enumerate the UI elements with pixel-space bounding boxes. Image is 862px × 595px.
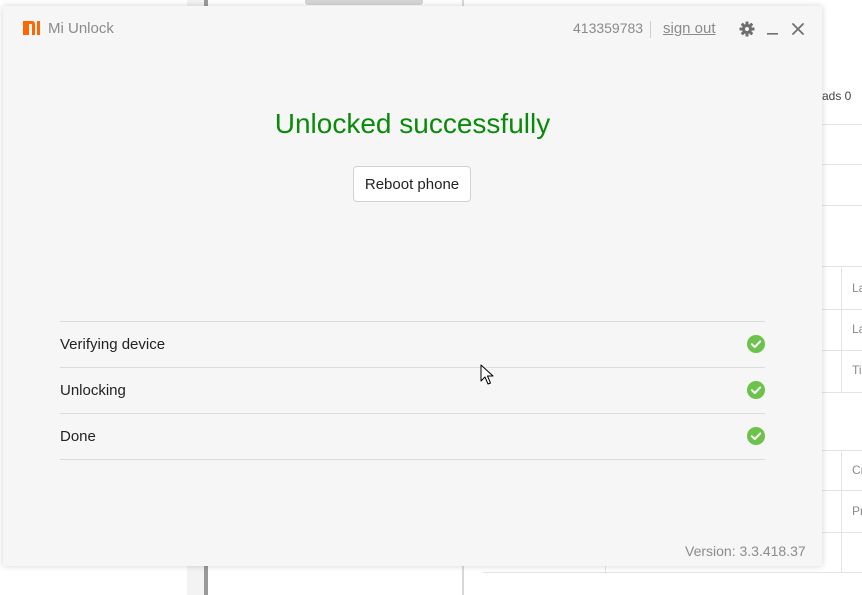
title-bar[interactable]: Mi Unlock 413359783 sign out	[3, 6, 822, 52]
background-downloads-count: ads 0	[822, 89, 852, 103]
step-label: Done	[60, 428, 96, 445]
background-row-divider	[821, 205, 862, 206]
version-label: Version: 3.3.418.37	[685, 543, 806, 559]
background-row-divider	[821, 124, 862, 125]
check-icon	[747, 335, 765, 353]
step-row: Done	[60, 414, 765, 460]
background-column-divider	[841, 266, 842, 392]
step-label: Verifying device	[60, 336, 166, 353]
background-cell-text: La	[852, 281, 862, 295]
check-icon	[747, 381, 765, 399]
background-tab[interactable]	[305, 0, 423, 5]
unlock-status-title: Unlocked successfully	[274, 108, 551, 139]
mi-logo	[23, 21, 40, 35]
account-id: 413359783	[573, 20, 644, 36]
title-separator	[650, 21, 651, 38]
step-label: Unlocking	[60, 382, 126, 399]
mi-unlock-window: Mi Unlock 413359783 sign out Unlocked su…	[3, 6, 822, 566]
background-column-divider	[841, 450, 842, 572]
background-cell-text: Ti	[852, 363, 862, 377]
background-cell-text: La	[852, 322, 862, 336]
minimize-icon[interactable]	[764, 20, 782, 38]
unlock-steps-list: Verifying device Unlocking Done	[60, 321, 765, 460]
background-cell-text: Cr	[852, 463, 862, 477]
check-icon	[747, 427, 765, 445]
sign-out-link[interactable]: sign out	[663, 20, 716, 37]
close-icon[interactable]	[789, 20, 807, 38]
step-row: Unlocking	[60, 368, 765, 414]
reboot-phone-button[interactable]: Reboot phone	[353, 166, 471, 202]
background-cell-text: Pr	[852, 504, 862, 518]
background-row-divider	[483, 572, 862, 573]
background-row-divider	[821, 164, 862, 165]
gear-icon[interactable]	[738, 20, 756, 38]
mouse-cursor-icon	[480, 364, 494, 385]
background-column-divider	[605, 566, 606, 574]
step-row: Verifying device	[60, 322, 765, 368]
app-title: Mi Unlock	[48, 20, 114, 37]
background-row-divider	[821, 392, 862, 393]
